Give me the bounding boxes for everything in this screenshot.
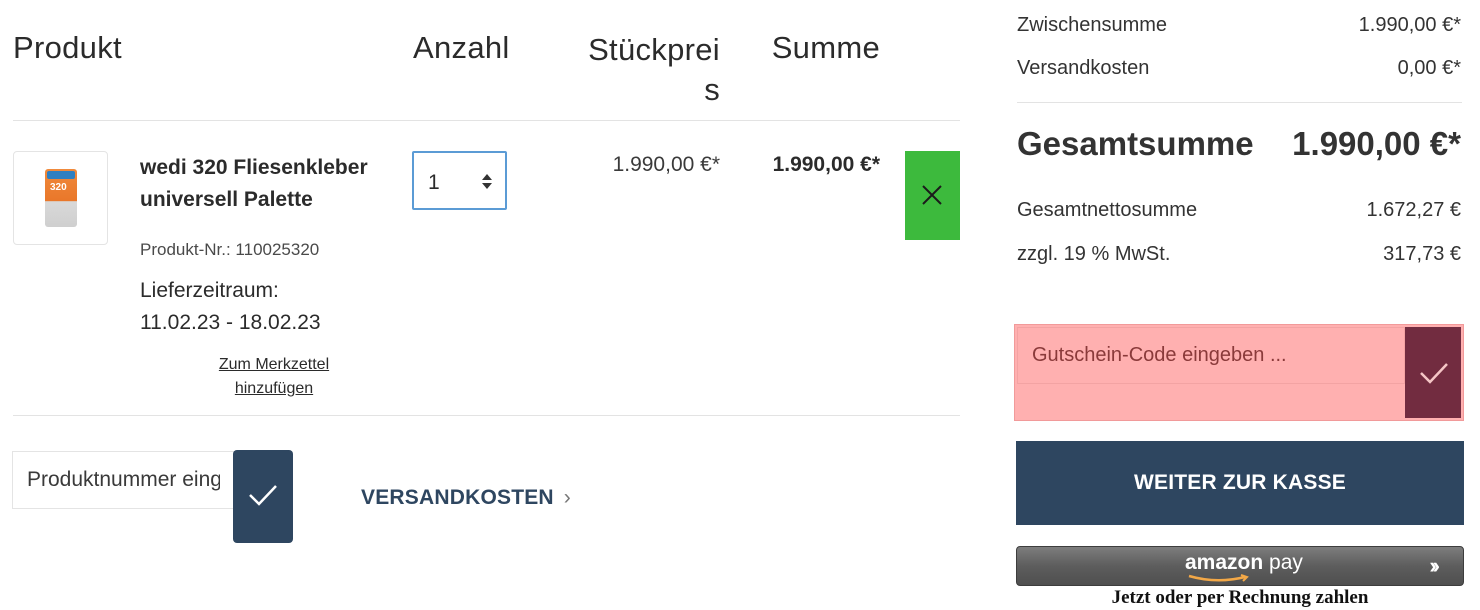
grand-total-label: Gesamtsumme <box>1017 125 1254 162</box>
quantity-value: 1 <box>428 171 440 194</box>
subtotal-label: Zwischensumme <box>1017 14 1168 36</box>
coupon-input[interactable] <box>1017 327 1405 384</box>
net-total-value: 1.672,27 € <box>1366 199 1461 221</box>
net-total-label: Gesamtnettosumme <box>1017 199 1198 221</box>
line-total: 1.990,00 €* <box>772 153 880 176</box>
wishlist-line2: hinzufügen <box>234 380 314 397</box>
grand-total-value: 1.990,00 €* <box>1292 125 1461 162</box>
product-bag-label: 320 <box>50 182 67 193</box>
summary-divider <box>1017 102 1462 103</box>
delivery-range: 11.02.23 - 18.02.23 <box>140 311 321 334</box>
checkout-button[interactable]: WEITER ZUR KASSE <box>1016 441 1464 525</box>
coupon-form <box>1014 324 1464 421</box>
vat-label: zzgl. 19 % MwSt. <box>1017 243 1171 265</box>
delivery-label: Lieferzeitraum: <box>140 279 279 302</box>
amazon-smile-icon <box>1188 574 1249 582</box>
amazon-pay-logo: amazon pay <box>1185 551 1303 575</box>
header-unit-price-line1: Stückprei <box>588 32 720 67</box>
add-to-wishlist-link[interactable]: Zum Merkzettel hinzufügen <box>196 353 352 401</box>
header-unit-price-line2: s <box>704 72 720 107</box>
chevron-right-icon: › <box>563 486 571 509</box>
header-product: Produkt <box>13 30 122 65</box>
unit-price: 1.990,00 €* <box>612 153 720 176</box>
subtotal-value: 1.990,00 €* <box>1358 14 1461 36</box>
apply-coupon-button[interactable] <box>1405 327 1461 418</box>
product-image[interactable]: 320 <box>13 151 108 245</box>
product-name[interactable]: wedi 320 Fliesenkleber universell Palett… <box>140 152 390 216</box>
double-chevron-right-icon: ›› <box>1429 553 1439 578</box>
item-divider <box>13 415 960 416</box>
shipping-costs-label: VERSANDKOSTEN <box>361 486 554 509</box>
amazon-pay-caption: Jetzt oder per Rechnung zahlen <box>1111 587 1369 608</box>
amazon-pay-brand: amazon <box>1185 551 1264 574</box>
vat-value: 317,73 € <box>1383 243 1461 265</box>
shipping-label: Versandkosten <box>1017 57 1150 79</box>
product-name-line1: wedi 320 Fliesenkleber <box>140 156 368 179</box>
header-divider <box>13 120 960 121</box>
quantity-select[interactable]: 1 <box>412 151 507 210</box>
checkmark-icon <box>249 485 277 506</box>
wishlist-line1: Zum Merkzettel <box>218 356 330 373</box>
checkmark-icon <box>1420 363 1448 384</box>
add-product-button[interactable] <box>233 450 293 543</box>
header-unit-price: Stückprei s <box>560 30 720 110</box>
shipping-costs-link[interactable]: VERSANDKOSTEN › <box>361 486 571 510</box>
remove-item-button[interactable] <box>905 151 960 240</box>
delivery-period: Lieferzeitraum: 11.02.23 - 18.02.23 <box>140 275 370 339</box>
header-total: Summe <box>771 30 880 65</box>
select-arrows-icon <box>482 172 492 190</box>
header-quantity: Anzahl <box>413 30 510 65</box>
product-number: Produkt-Nr.: 110025320 <box>140 240 320 259</box>
amazon-pay-word: pay <box>1269 551 1303 574</box>
product-name-line2: universell Palette <box>140 188 313 211</box>
amazon-pay-button[interactable]: amazon pay ›› <box>1016 546 1464 586</box>
product-bag-graphic: 320 <box>45 169 77 227</box>
shipping-value: 0,00 €* <box>1397 57 1461 79</box>
close-icon <box>922 185 942 205</box>
product-number-input[interactable] <box>12 451 234 509</box>
